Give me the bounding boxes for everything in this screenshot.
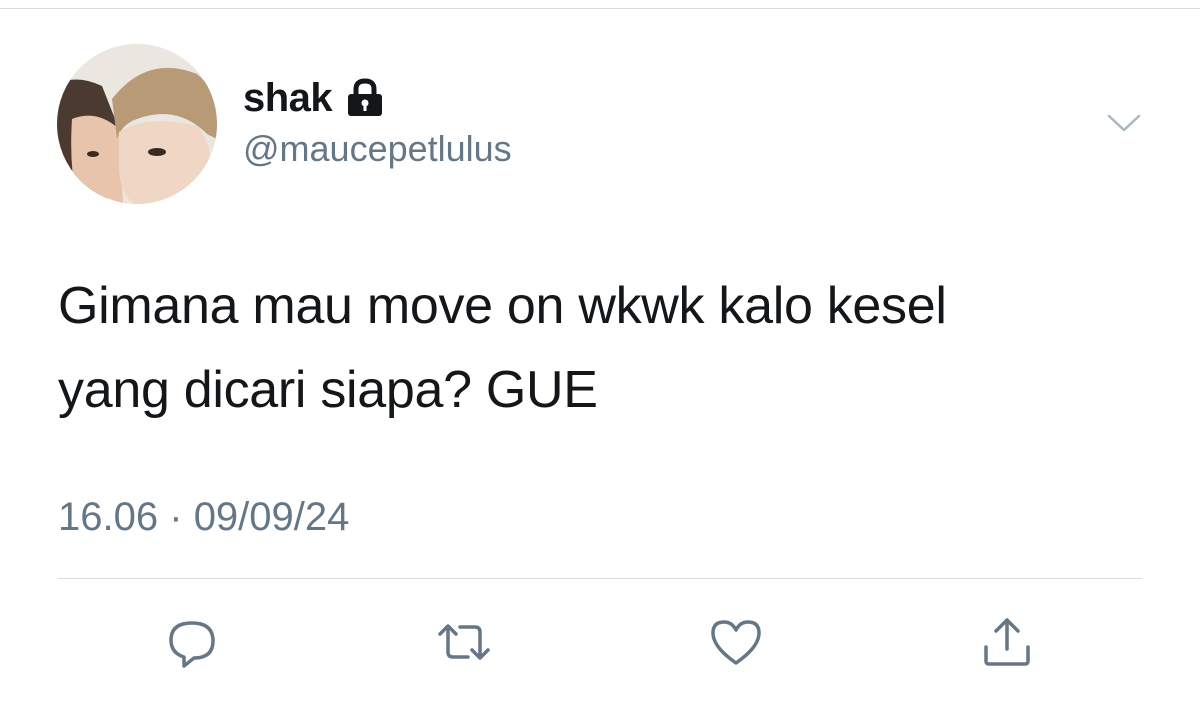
- avatar-photo: [57, 44, 217, 204]
- tweet-line: Gimana mau move on wkwk kalo kesel: [58, 277, 947, 335]
- chevron-down-icon[interactable]: [1106, 112, 1142, 134]
- tweet-line: yang dicari siapa? GUE: [58, 361, 598, 419]
- share-icon: [984, 618, 1030, 666]
- like-button[interactable]: [706, 612, 766, 672]
- retweet-button[interactable]: [434, 612, 494, 672]
- heart-icon: [711, 620, 761, 665]
- avatar[interactable]: [57, 44, 217, 204]
- actions-divider: [58, 578, 1142, 579]
- tweet-date: 09/09/24: [193, 495, 350, 539]
- tweet-time: 16.06: [58, 495, 159, 539]
- display-name[interactable]: shak: [243, 76, 333, 121]
- lock-icon: [344, 78, 386, 118]
- reply-icon: [169, 621, 215, 668]
- retweet-icon: [438, 624, 490, 660]
- timestamp-separator: ·: [169, 495, 183, 539]
- user-handle[interactable]: @maucepetlulus: [243, 128, 512, 170]
- tweet-text: Gimana mau move on wkwk kalo kesel yang …: [58, 264, 1158, 432]
- user-name-row: shak: [243, 76, 386, 120]
- top-divider: [0, 8, 1200, 9]
- share-button[interactable]: [977, 612, 1037, 672]
- reply-button[interactable]: [162, 612, 222, 672]
- tweet-timestamp[interactable]: 16.06 · 09/09/24: [58, 495, 349, 540]
